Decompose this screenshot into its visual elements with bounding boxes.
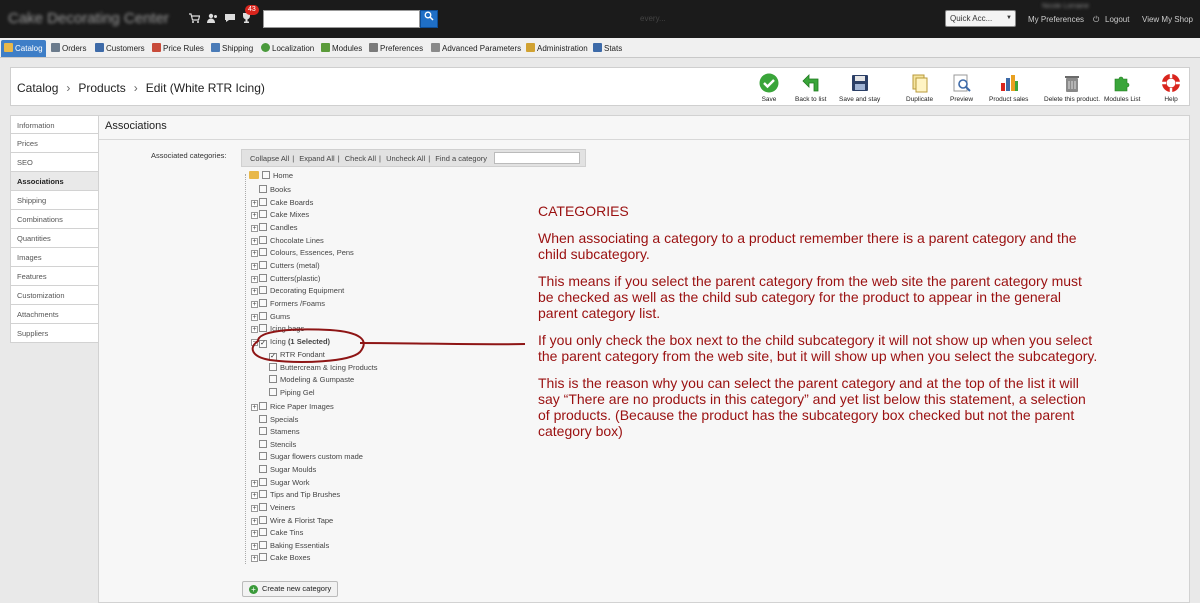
annotation-paragraph: If you only check the box next to the ch… (538, 332, 1098, 364)
annotation-paragraph: This means if you select the parent cate… (538, 273, 1082, 321)
annotation-circle (251, 328, 365, 363)
annotation-paragraph: This is the reason why you can select th… (538, 375, 1086, 439)
annotation-paragraph: When associating a category to a product… (538, 230, 1077, 262)
annotation-note: CATEGORIES When associating a category t… (538, 203, 1098, 450)
annotation-heading: CATEGORIES (538, 203, 629, 219)
annotation-connector (359, 342, 526, 346)
